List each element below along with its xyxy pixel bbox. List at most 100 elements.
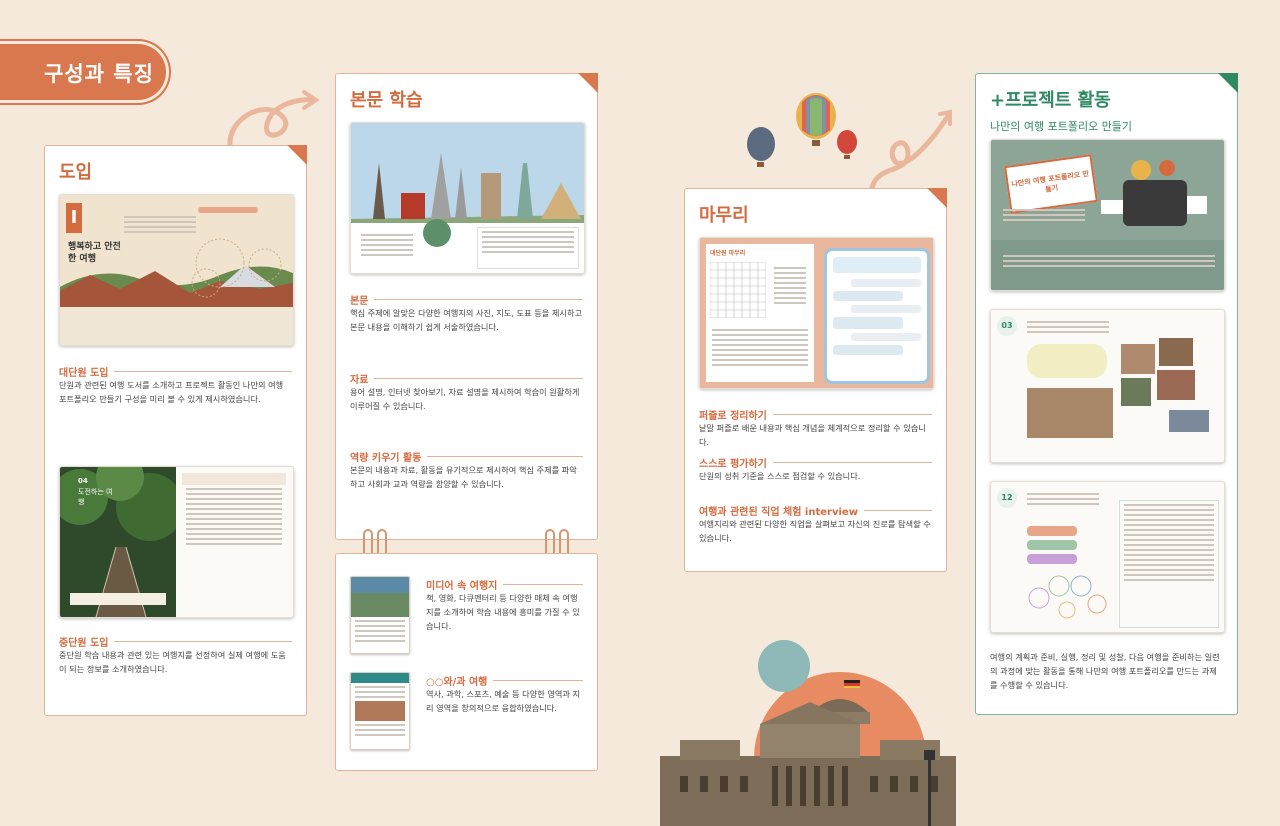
body-text-placeholder <box>351 686 409 698</box>
divider <box>374 299 583 300</box>
heading-text: 미디어 속 여행지 <box>426 581 498 592</box>
section-heading: 본문 <box>350 292 583 307</box>
section-heading: ○○와/과 여행 <box>426 673 583 688</box>
heading-text: 중단원 도입 <box>59 638 109 649</box>
corner-fold <box>1218 73 1238 93</box>
unit-banner <box>198 207 258 213</box>
heading-text: ○○와/과 여행 <box>426 677 488 688</box>
evaluation-table <box>1119 500 1219 628</box>
heading-text: 대단원 도입 <box>59 368 109 379</box>
thought-bubble <box>1027 344 1107 378</box>
body-text-placeholder <box>351 620 409 642</box>
wrap-up-thumbnail[interactable]: 대단원 마무리 <box>699 237 934 389</box>
divider <box>114 371 292 372</box>
project-subtitle: 나만의 여행 포트폴리오 만들기 <box>990 120 1133 133</box>
media-travel-thumbnail[interactable] <box>350 576 410 654</box>
photo <box>1121 378 1151 406</box>
section-heading: 역량 키우기 활동 <box>350 449 583 464</box>
swirl-arrow-icon <box>869 109 952 191</box>
photo <box>1121 344 1155 374</box>
body-text-placeholder <box>478 231 578 253</box>
corner-fold <box>578 73 598 93</box>
main-study-card: 본문 학습 본문 핵심 주제에 알맞은 다양한 여행지의 사진, 지도, 도표 … <box>335 73 598 540</box>
body-text-placeholder <box>1023 318 1113 336</box>
body-text-placeholder <box>770 264 810 307</box>
body-text-placeholder <box>1120 504 1218 581</box>
chapter-number: 04 <box>78 477 88 485</box>
divider <box>493 680 583 681</box>
thumb-label: 대단원 마무리 <box>710 250 746 257</box>
photo <box>1169 410 1209 432</box>
main-study-title: 본문 학습 <box>350 90 423 111</box>
section-ribbon: 구성과 특징 <box>0 44 166 100</box>
section-body: 핵심 주제에 알맞은 다양한 여행지의 사진, 지도, 도표 등을 제시하고 본… <box>350 308 583 332</box>
data-table <box>477 227 579 269</box>
intro-title: 도입 <box>59 162 93 183</box>
section-heading: 스스로 평가하기 <box>699 455 932 470</box>
photo <box>1159 338 1193 366</box>
body-text-placeholder <box>357 231 417 259</box>
heading-text: 스스로 평가하기 <box>699 459 767 470</box>
photo <box>1157 370 1195 400</box>
divider <box>427 456 583 457</box>
unit-chapter-badge: I <box>66 203 82 233</box>
step-number: 03 <box>997 316 1017 336</box>
divider <box>863 510 932 511</box>
reflection-circles <box>1028 575 1107 619</box>
wrap-up-title: 마무리 <box>699 205 749 226</box>
page-title: 구성과 특징 <box>44 62 154 86</box>
section-body: 책, 영화, 다큐멘터리 등 다양한 매체 속 여행지를 소개하여 학습 내용에… <box>426 593 580 631</box>
intro-card: 도입 I 행복하고 안전한 여행 대단원 도입 단원과 관련된 여행 도서를 소… <box>44 145 307 716</box>
body-text-placeholder <box>999 252 1219 270</box>
project-banner-thumbnail[interactable]: 나만의 여행 포트폴리오 만들기 <box>990 139 1225 291</box>
section-body: 단원과 관련된 여행 도서를 소개하고 프로젝트 활동인 나만의 여행 포트폴리… <box>59 380 284 404</box>
corner-fold <box>927 188 947 208</box>
heading-text: 자료 <box>350 375 369 386</box>
body-page-thumbnail[interactable] <box>350 122 585 274</box>
corner-fold <box>287 145 307 165</box>
section-heading: 중단원 도입 <box>59 634 292 649</box>
section-body: 용어 설명, 인터넷 찾아보기, 자료 설명을 제시하여 학습이 원활하게 이루… <box>350 387 580 411</box>
project-step-thumbnail[interactable]: 03 <box>990 309 1225 463</box>
chapter-info-page <box>182 473 286 611</box>
heading-text: 퍼즐로 정리하기 <box>699 411 767 422</box>
divider <box>503 584 583 585</box>
heading-text: 역량 키우기 활동 <box>350 453 422 464</box>
body-text-placeholder <box>999 206 1089 224</box>
section-body: 역사, 과학, 스포츠, 예술 등 다양한 영역과 지리 영역을 창의적으로 융… <box>426 689 581 713</box>
unit-intro-thumbnail[interactable]: I 행복하고 안전한 여행 <box>59 194 294 346</box>
section-heading: 자료 <box>350 371 583 386</box>
divider <box>772 462 932 463</box>
checklist-item <box>1027 554 1077 564</box>
divider <box>114 641 292 642</box>
body-text-placeholder <box>351 724 409 736</box>
checklist-item <box>1027 526 1077 536</box>
section-body: 본문의 내용과 자료, 활동을 유기적으로 제시하여 핵심 주제를 파악하고 사… <box>350 465 577 489</box>
section-body: 중단원 학습 내용과 관련 있는 여행지를 선정하여 실제 여행에 도움이 되는… <box>59 650 286 674</box>
extras-card: 미디어 속 여행지 책, 영화, 다큐멘터리 등 다양한 매체 속 여행지를 소… <box>335 553 598 771</box>
section-heading: 대단원 도입 <box>59 364 292 379</box>
section-body: 단원의 성취 기준을 스스로 점검할 수 있습니다. <box>699 471 861 481</box>
convergence-thumbnail[interactable] <box>350 672 410 750</box>
hot-air-balloons-illustration <box>747 93 857 167</box>
section-body: 여행의 계획과 준비, 실행, 정리 및 성찰, 다음 여행을 준비하는 일련의… <box>990 652 1220 690</box>
body-text-placeholder <box>1023 490 1103 508</box>
unit-title: 행복하고 안전한 여행 <box>68 242 121 264</box>
body-text-placeholder <box>182 488 286 545</box>
project-review-thumbnail[interactable]: 12 <box>990 481 1225 633</box>
interview-chat-page <box>824 248 930 384</box>
project-title: +프로젝트 활동 <box>990 90 1111 111</box>
body-text-placeholder <box>708 326 812 369</box>
step-number: 12 <box>997 488 1017 508</box>
chapter-title: 도전하는 여행 <box>78 488 113 506</box>
heading-text: 여행과 관련된 직업 체험 interview <box>699 507 858 518</box>
section-heading: 미디어 속 여행지 <box>426 577 583 592</box>
body-text-placeholder <box>120 213 200 236</box>
section-body: 낱말 퍼즐로 배운 내용과 핵심 개념을 체계적으로 정리할 수 있습니다. <box>699 423 926 447</box>
reichstag-building-illustration <box>660 640 956 826</box>
checklist-item <box>1027 540 1077 550</box>
divider <box>374 378 583 379</box>
photo-grid <box>1027 388 1113 438</box>
chapter-intro-thumbnail[interactable]: 04 도전하는 여행 <box>59 466 294 618</box>
puzzle-page: 대단원 마무리 <box>706 244 814 382</box>
